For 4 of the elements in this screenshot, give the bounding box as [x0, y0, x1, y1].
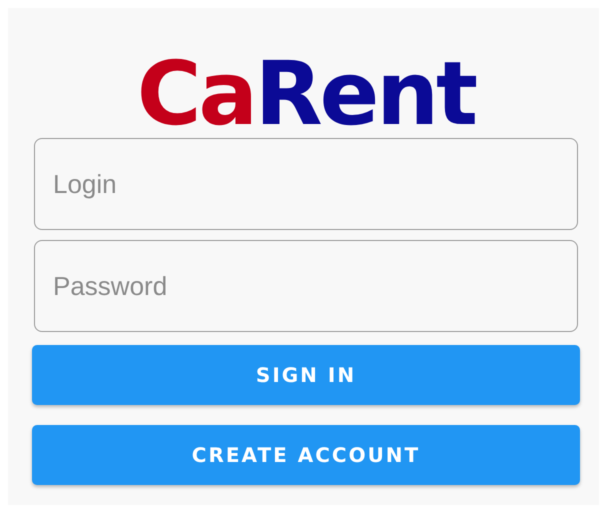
create-account-button[interactable]: CREATE ACCOUNT: [32, 425, 580, 485]
password-field[interactable]: Password: [34, 240, 578, 332]
sign-in-button[interactable]: SIGN IN: [32, 345, 580, 405]
login-field[interactable]: Login: [34, 138, 578, 230]
